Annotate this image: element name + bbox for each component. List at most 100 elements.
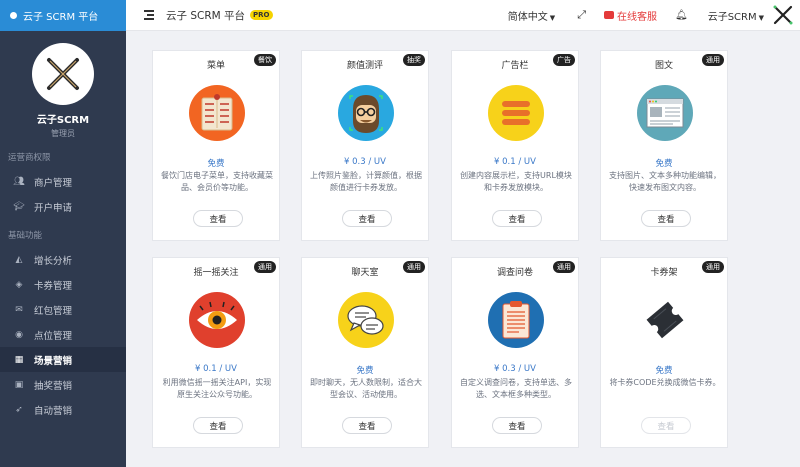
sidebar-item-label: 开户申请 — [34, 202, 73, 214]
scene-card-survey: 调查问卷 通用 ¥ 0.3 / UV 自定义调查问卷，支持单选、多选、文本框多种… — [451, 257, 579, 448]
sidebar-item-label: 增长分析 — [34, 255, 73, 267]
sidebar-item-label: 自动营销 — [34, 405, 73, 417]
card-description: 支持图片、文本多种功能编辑，快速发布图文内容。 — [609, 171, 721, 192]
sidebar-item-label: 场景营销 — [34, 355, 73, 367]
section-basic: 基础功能 — [8, 231, 43, 241]
sidebar: 云子SCRM 管理员 运营商权限 👥︎ 商户管理 🎓︎ 开户申请 基础功能 ◭ 增长分… — [0, 31, 126, 467]
sidebar-item-label: 抽奖营销 — [34, 380, 73, 392]
users-icon: 👥︎ — [13, 176, 25, 187]
card-description: 餐饮门店电子菜单，支持收藏菜品、会员价等功能。 — [161, 171, 273, 192]
card-tag: 通用 — [702, 54, 724, 66]
sidebar-toggle-icon[interactable] — [144, 10, 158, 20]
caret-down-icon: ▼ — [758, 13, 764, 22]
scene-card-chat-room: 聊天室 通用 免费 即时聊天，无人数限制，适合大型会议、活动使用。 查看 — [301, 257, 429, 448]
envelope-icon: ✉ — [15, 304, 23, 315]
sidebar-item-label: 商户管理 — [34, 177, 73, 189]
card-price: 免费 — [356, 366, 374, 376]
caret-down-icon: ▼ — [549, 13, 556, 22]
eye-icon — [189, 292, 245, 348]
scene-card-face-score: 颜值测评 抽奖 ¥ 0.3 / UV 上传照片鉴脸，计算颜值，根据颜值进行卡券发… — [301, 50, 429, 241]
scene-card-coupon-shelf: 卡券架 通用 免费 将卡券CODE兑换成微信卡券。 查看 — [600, 257, 728, 448]
card-description: 即时聊天，无人数限制，适合大型会议、活动使用。 — [310, 378, 422, 399]
card-description: 利用微信摇一摇关注API，实现原生关注公众号功能。 — [162, 378, 272, 399]
sidebar-item-label: 红包管理 — [34, 305, 73, 317]
ticket-icon: ◈ — [15, 279, 23, 290]
view-button[interactable]: 查看 — [641, 417, 691, 434]
target-icon: ◉ — [15, 329, 23, 340]
sidebar-item-lottery[interactable]: ▣ 抽奖营销 — [0, 372, 126, 397]
card-description: 自定义调查问卷，支持单选、多选、文本框多种类型。 — [460, 378, 572, 399]
bell-icon[interactable]: 🔔︎ — [675, 10, 688, 21]
graduation-cap-icon: 🎓︎ — [13, 201, 25, 212]
page-title: 云子 SCRM 平台 — [166, 9, 246, 22]
sidebar-item-merchants[interactable]: 👥︎ 商户管理 — [0, 169, 126, 194]
view-button[interactable]: 查看 — [492, 417, 542, 434]
browser-window-icon — [637, 85, 693, 141]
online-service-button[interactable]: 在线客服 — [604, 8, 657, 23]
card-price: ¥ 0.3 / UV — [344, 157, 386, 167]
view-button[interactable]: 查看 — [193, 417, 243, 434]
card-tag: 通用 — [403, 261, 425, 273]
card-description: 将卡券CODE兑换成微信卡券。 — [609, 378, 721, 387]
profile-name: 云子SCRM — [36, 115, 90, 126]
card-tag: 通用 — [553, 261, 575, 273]
grid-icon: ▦ — [14, 354, 24, 365]
sidebar-item-coupons[interactable]: ◈ 卡券管理 — [0, 272, 126, 297]
sidebar-item-label: 卡券管理 — [34, 280, 73, 292]
pro-badge: PRO — [250, 10, 273, 20]
view-button[interactable]: 查看 — [193, 210, 243, 227]
logo-x-icon — [47, 58, 79, 90]
user-menu[interactable]: 云子SCRM ▼ — [708, 8, 764, 23]
view-button[interactable]: 查看 — [342, 417, 392, 434]
user-name: 云子SCRM — [707, 11, 757, 23]
chat-bubbles-icon — [338, 292, 394, 348]
clipboard-icon — [488, 292, 544, 348]
brand-bar[interactable]: 云子 SCRM 平台 — [0, 0, 126, 31]
card-price: 免费 — [207, 159, 225, 169]
card-tag: 通用 — [254, 261, 276, 273]
rocket-icon: ➶ — [15, 404, 23, 415]
card-price: ¥ 0.1 / UV — [494, 157, 536, 167]
card-tag: 通用 — [702, 261, 724, 273]
gamepad-icon: ▣ — [14, 379, 24, 390]
fullscreen-icon[interactable]: ⤢ — [577, 8, 586, 22]
avatar[interactable] — [32, 43, 94, 105]
card-description: 上传照片鉴脸，计算颜值，根据颜值进行卡券发放。 — [310, 171, 422, 192]
sidebar-item-label: 点位管理 — [34, 330, 73, 342]
scene-card-menu: 菜单 餐饮 免费 餐饮门店电子菜单，支持收藏菜品、会员价等功能。 查看 — [152, 50, 280, 241]
area-chart-icon: ◭ — [15, 254, 23, 265]
card-tag: 抽奖 — [403, 54, 425, 66]
language-select[interactable]: 简体中文 ▼ — [508, 8, 555, 23]
sidebar-item-scene-marketing[interactable]: ▦ 场景营销 — [0, 347, 126, 372]
view-button[interactable]: 查看 — [641, 210, 691, 227]
profile-role: 管理员 — [51, 129, 75, 138]
chat-icon — [604, 11, 614, 19]
sidebar-item-points[interactable]: ◉ 点位管理 — [0, 322, 126, 347]
card-price: 免费 — [655, 159, 673, 169]
banner-list-icon — [488, 85, 544, 141]
view-button[interactable]: 查看 — [342, 210, 392, 227]
brand-dot-icon — [10, 12, 17, 19]
card-price: ¥ 0.1 / UV — [195, 364, 237, 374]
menu-board-icon — [189, 85, 245, 141]
ticket-stub-icon — [646, 301, 684, 339]
top-header: 云子 SCRM 平台 PRO 简体中文 ▼ ⤢ 在线客服 🔔︎ 云子SCRM ▼ — [126, 0, 800, 31]
profile-block: 云子SCRM 管理员 — [0, 31, 126, 141]
card-description: 创建内容展示栏，支持URL模块和卡券发放模块。 — [460, 171, 572, 192]
sidebar-item-auto-marketing[interactable]: ➶ 自动营销 — [0, 397, 126, 422]
section-operator: 运营商权限 — [8, 153, 51, 163]
sidebar-item-growth[interactable]: ◭ 增长分析 — [0, 247, 126, 272]
brand-title: 云子 SCRM 平台 — [23, 12, 99, 23]
sidebar-item-redpacket[interactable]: ✉ 红包管理 — [0, 297, 126, 322]
scene-card-ad-banner: 广告栏 广告 ¥ 0.1 / UV 创建内容展示栏，支持URL模块和卡券发放模块… — [451, 50, 579, 241]
card-tag: 餐饮 — [254, 54, 276, 66]
scene-card-shake-follow: 摇一摇关注 通用 ¥ 0.1 / UV 利用微信摇一摇关注API，实现原生关注公… — [152, 257, 280, 448]
view-button[interactable]: 查看 — [492, 210, 542, 227]
card-tag: 广告 — [553, 54, 575, 66]
card-price: 免费 — [655, 366, 673, 376]
bearded-face-icon — [338, 85, 394, 141]
service-label: 在线客服 — [617, 11, 657, 23]
card-price: ¥ 0.3 / UV — [494, 364, 536, 374]
sidebar-item-apply[interactable]: 🎓︎ 开户申请 — [0, 194, 126, 219]
scene-card-rich-media: 图文 通用 免费 支持图片、文本多种功能编辑，快速发布图文内容。 查看 — [600, 50, 728, 241]
